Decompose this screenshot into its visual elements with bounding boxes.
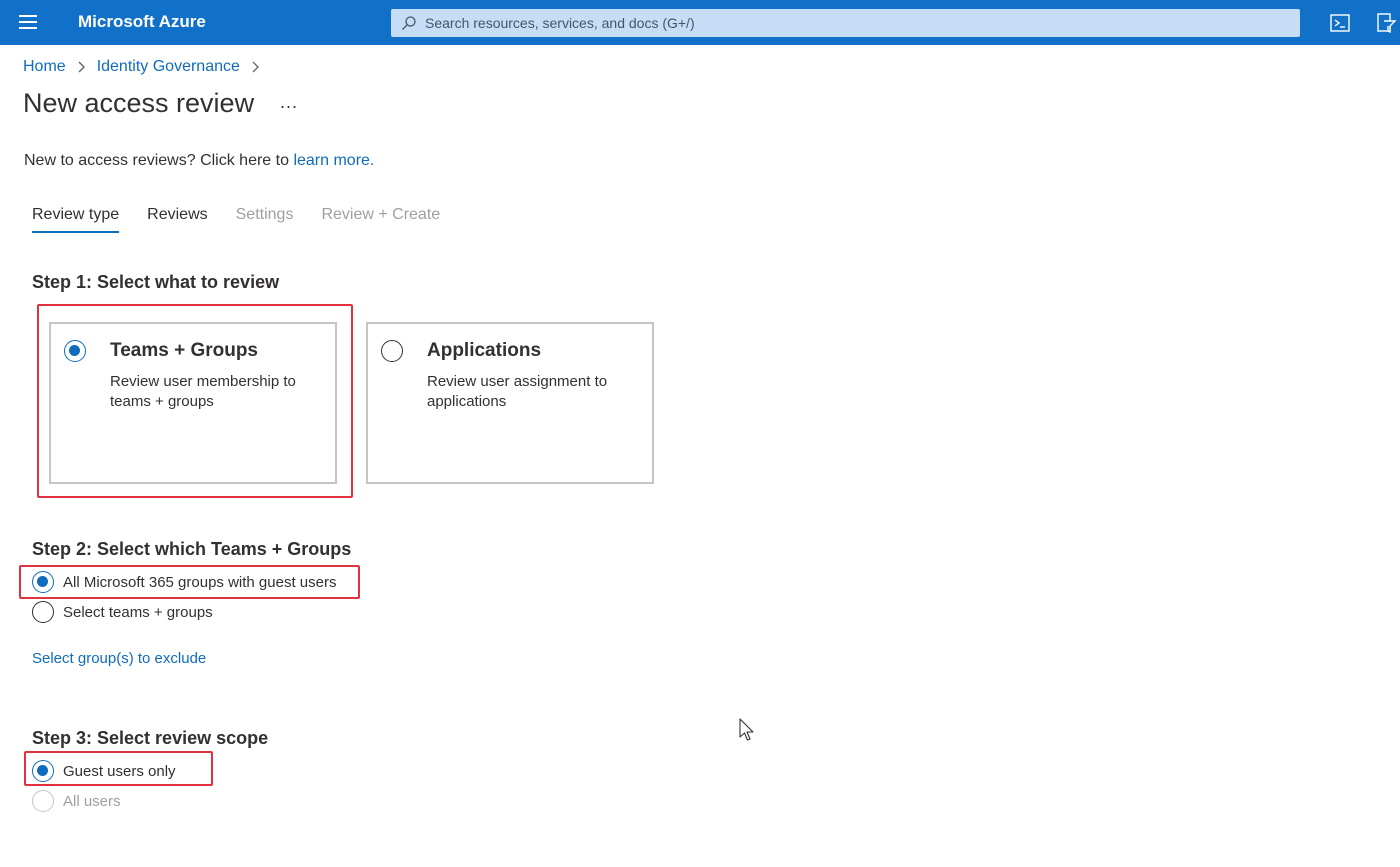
- breadcrumb-home[interactable]: Home: [23, 58, 66, 76]
- breadcrumb-identity-governance[interactable]: Identity Governance: [97, 58, 240, 76]
- tab-reviews[interactable]: Reviews: [147, 206, 207, 232]
- radio-teams-groups[interactable]: [64, 340, 86, 362]
- radio-applications[interactable]: [381, 340, 403, 362]
- more-options-button[interactable]: ...: [280, 92, 298, 113]
- breadcrumb: Home Identity Governance: [23, 58, 271, 76]
- tab-settings: Settings: [235, 206, 294, 223]
- card-applications[interactable]: Applications Review user assignment to a…: [366, 322, 654, 484]
- step2-title: Step 2: Select which Teams + Groups: [32, 539, 352, 559]
- intro-text: New to access reviews? Click here to lea…: [24, 152, 374, 170]
- radio-all-users: [32, 790, 54, 812]
- cloud-shell-icon[interactable]: [1329, 12, 1351, 34]
- mouse-cursor-icon: [739, 718, 754, 741]
- option-label: Guest users only: [63, 762, 176, 780]
- card-title: Teams + Groups: [110, 340, 259, 361]
- card-description: Review user assignment to applications: [427, 373, 608, 410]
- card-title: Applications: [427, 340, 542, 361]
- search-icon: [402, 16, 416, 30]
- learn-more-link[interactable]: learn more.: [293, 152, 374, 169]
- tab-review-type[interactable]: Review type: [32, 206, 120, 233]
- tab-review-create: Review + Create: [321, 206, 441, 223]
- radio-all-m365-groups[interactable]: [32, 571, 54, 593]
- chevron-right-icon: [252, 61, 259, 73]
- directory-filter-icon[interactable]: [1375, 12, 1397, 34]
- option-guest-users-only[interactable]: Guest users only: [32, 760, 176, 782]
- search-input[interactable]: [425, 9, 1285, 37]
- hamburger-icon[interactable]: [19, 15, 37, 29]
- step1-title: Step 1: Select what to review: [32, 272, 280, 292]
- exclude-groups-link[interactable]: Select group(s) to exclude: [32, 650, 206, 667]
- search-box[interactable]: [391, 9, 1300, 37]
- card-teams-groups[interactable]: Teams + Groups Review user membership to…: [49, 322, 337, 484]
- intro-label: New to access reviews? Click here to: [24, 152, 294, 169]
- option-label: All users: [63, 792, 121, 810]
- radio-guest-users-only[interactable]: [32, 760, 54, 782]
- radio-select-teams-groups[interactable]: [32, 601, 54, 623]
- option-label: Select teams + groups: [63, 603, 213, 621]
- tab-bar: Review type Reviews Settings Review + Cr…: [32, 206, 468, 233]
- option-select-teams-groups[interactable]: Select teams + groups: [32, 601, 213, 623]
- card-description: Review user membership to teams + groups: [110, 373, 296, 410]
- top-bar: Microsoft Azure: [0, 0, 1400, 45]
- chevron-right-icon: [78, 61, 85, 73]
- option-all-m365-groups[interactable]: All Microsoft 365 groups with guest user…: [32, 571, 336, 593]
- page-title: New access review: [23, 88, 255, 118]
- step3-title: Step 3: Select review scope: [32, 728, 269, 748]
- option-label: All Microsoft 365 groups with guest user…: [63, 573, 337, 591]
- option-all-users: All users: [32, 790, 121, 812]
- brand-title[interactable]: Microsoft Azure: [78, 12, 206, 32]
